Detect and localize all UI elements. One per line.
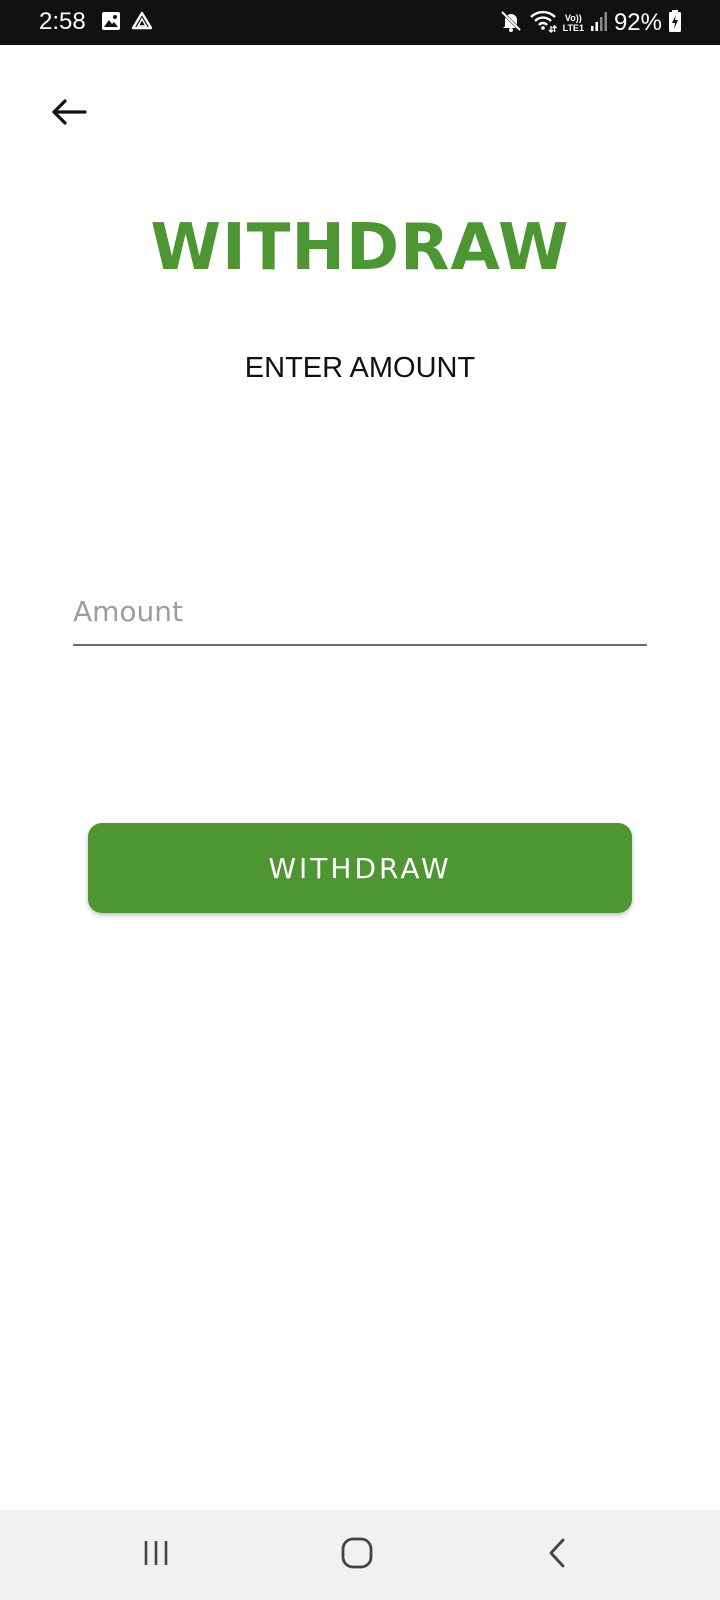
amount-field bbox=[73, 580, 647, 646]
nav-back-button[interactable] bbox=[528, 1530, 588, 1580]
system-nav-bar bbox=[0, 1510, 720, 1600]
page-title: WITHDRAW bbox=[150, 211, 570, 285]
withdraw-button[interactable]: WITHDRAW bbox=[88, 823, 632, 913]
status-bar: 2:58 Vo)) LTE1 92% bbox=[0, 0, 720, 45]
recent-apps-icon bbox=[141, 1538, 171, 1573]
status-right-icons: Vo)) LTE1 92% bbox=[499, 9, 682, 37]
home-button[interactable] bbox=[327, 1530, 387, 1580]
battery-charging-icon bbox=[668, 9, 682, 38]
withdraw-screen: 2:58 Vo)) LTE1 92% WITHDRAW ENTER AMOUNT… bbox=[0, 0, 720, 1600]
status-left-icons bbox=[101, 11, 153, 36]
battery-percentage: 92% bbox=[613, 9, 662, 36]
home-icon bbox=[340, 1536, 374, 1575]
arrow-left-icon bbox=[51, 98, 87, 131]
amount-input[interactable] bbox=[73, 580, 647, 642]
back-button[interactable] bbox=[44, 92, 94, 136]
withdraw-button-label: WITHDRAW bbox=[268, 851, 452, 885]
recent-apps-button[interactable] bbox=[126, 1530, 186, 1580]
signal-icon bbox=[590, 10, 608, 37]
page-subtitle: ENTER AMOUNT bbox=[244, 352, 476, 384]
wifi-icon bbox=[529, 9, 557, 38]
back-icon bbox=[546, 1536, 570, 1575]
status-time: 2:58 bbox=[39, 8, 86, 35]
drive-icon bbox=[131, 11, 153, 36]
network-type-label: Vo)) LTE1 bbox=[562, 13, 584, 33]
gallery-icon bbox=[101, 11, 121, 36]
mute-icon bbox=[499, 9, 523, 38]
